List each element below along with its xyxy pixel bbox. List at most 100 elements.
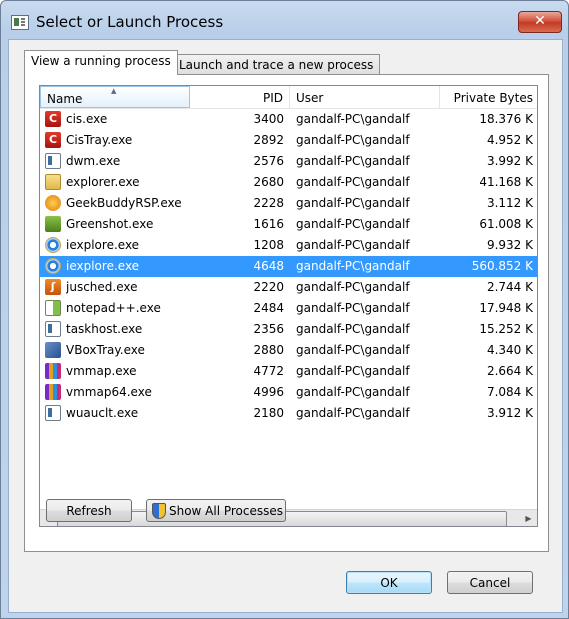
process-user: gandalf-PC\gandalf [296, 196, 410, 210]
internet-explorer-icon [45, 237, 61, 253]
red-c-icon: C [45, 111, 61, 127]
tab-launch-new-process[interactable]: Launch and trace a new process [172, 54, 381, 76]
table-row[interactable]: wuauclt.exe 2180 gandalf-PC\gandalf 3.912 K [40, 403, 537, 424]
process-name: dwm.exe [66, 154, 121, 168]
process-pid: 2180 [253, 406, 284, 420]
process-private-bytes: 560.852 K [471, 259, 533, 273]
column-header-name[interactable]: ▲ Name [40, 86, 190, 108]
window-title: Select or Launch Process [36, 13, 224, 31]
app-icon [11, 15, 29, 30]
sort-ascending-icon: ▲ [111, 87, 117, 95]
process-user: gandalf-PC\gandalf [296, 133, 410, 147]
close-button[interactable]: ✕ [518, 11, 562, 33]
dialog-window: Select or Launch Process ✕ View a runnin… [0, 0, 569, 619]
red-c-icon: C [45, 132, 61, 148]
process-pid: 4648 [253, 259, 284, 273]
column-header-name-label: Name [47, 92, 83, 106]
process-private-bytes: 4.952 K [486, 133, 533, 147]
process-pid: 2680 [253, 175, 284, 189]
java-icon: ʃ [45, 279, 61, 295]
title-bar[interactable]: Select or Launch Process ✕ [1, 1, 568, 41]
process-user: gandalf-PC\gandalf [296, 364, 410, 378]
process-private-bytes: 3.112 K [486, 196, 533, 210]
process-user: gandalf-PC\gandalf [296, 175, 410, 189]
process-user: gandalf-PC\gandalf [296, 301, 410, 315]
process-pid: 2484 [253, 301, 284, 315]
process-pid: 4772 [253, 364, 284, 378]
process-pid: 2220 [253, 280, 284, 294]
process-private-bytes: 3.912 K [486, 406, 533, 420]
table-row[interactable]: GeekBuddyRSP.exe 2228 gandalf-PC\gandalf 3.… [40, 193, 537, 214]
show-all-processes-label: Show All Processes [168, 504, 284, 518]
table-row[interactable]: notepad++.exe 2484 gandalf-PC\gandalf 17.94… [40, 298, 537, 319]
process-name: CisTray.exe [66, 133, 133, 147]
process-pid: 2356 [253, 322, 284, 336]
process-private-bytes: 15.252 K [479, 322, 533, 336]
process-name: taskhost.exe [66, 322, 143, 336]
process-pid: 3400 [253, 112, 284, 126]
process-pid: 2228 [253, 196, 284, 210]
process-pid: 2576 [253, 154, 284, 168]
vmmap-icon [45, 384, 61, 400]
table-row[interactable]: iexplore.exe 1208 gandalf-PC\gandalf 9.932 … [40, 235, 537, 256]
table-row[interactable]: ʃ jusched.exe 2220 gandalf-PC\gandalf 2.744 … [40, 277, 537, 298]
table-row[interactable]: C CisTray.exe 2892 gandalf-PC\gandalf 4.952 … [40, 130, 537, 151]
process-user: gandalf-PC\gandalf [296, 112, 410, 126]
cancel-button[interactable]: Cancel [447, 571, 533, 594]
table-row[interactable]: explorer.exe 2680 gandalf-PC\gandalf 41.168… [40, 172, 537, 193]
process-user: gandalf-PC\gandalf [296, 217, 410, 231]
table-row[interactable]: Greenshot.exe 1616 gandalf-PC\gandalf 61.00… [40, 214, 537, 235]
process-private-bytes: 41.168 K [479, 175, 533, 189]
internet-explorer-icon [45, 258, 61, 274]
table-row[interactable]: dwm.exe 2576 gandalf-PC\gandalf 3.992 K [40, 151, 537, 172]
folder-icon [45, 174, 61, 190]
process-private-bytes: 2.664 K [486, 364, 533, 378]
process-name: cis.exe [66, 112, 108, 126]
process-name: iexplore.exe [66, 259, 140, 273]
process-pid: 1616 [253, 217, 284, 231]
process-name: jusched.exe [66, 280, 138, 294]
tab-panel: ▲ Name PID User Private Bytes Ccis.exe 34… [24, 74, 549, 552]
table-row[interactable]: taskhost.exe 2356 gandalf-PC\gandalf 15.252… [40, 319, 537, 340]
process-pid: 1208 [253, 238, 284, 252]
process-user: gandalf-PC\gandalf [296, 238, 410, 252]
table-row[interactable]: vmmap.exe 4772 gandalf-PC\gandalf 2.664 K [40, 361, 537, 382]
column-header-private-bytes[interactable]: Private Bytes [440, 86, 537, 108]
process-user: gandalf-PC\gandalf [296, 154, 410, 168]
process-name: iexplore.exe [66, 238, 140, 252]
table-row[interactable]: Ccis.exe 3400 gandalf-PC\gandalf 18.376 K [40, 109, 537, 130]
column-header-pid[interactable]: PID [190, 86, 290, 108]
uac-shield-icon [152, 503, 166, 519]
process-name: vmmap64.exe [66, 385, 152, 399]
process-private-bytes: 4.340 K [486, 343, 533, 357]
window-icon [45, 321, 61, 337]
vmmap-icon [45, 363, 61, 379]
show-all-processes-button[interactable]: Show All Processes [146, 499, 286, 522]
window-icon [45, 153, 61, 169]
process-private-bytes: 9.932 K [486, 238, 533, 252]
process-name: VBoxTray.exe [66, 343, 145, 357]
notepad-plus-plus-icon [45, 300, 61, 316]
table-row[interactable]: vmmap64.exe 4996 gandalf-PC\gandalf 7.084 K [40, 382, 537, 403]
geekbuddy-icon [45, 195, 61, 211]
process-name: GeekBuddyRSP.exe [66, 196, 182, 210]
ok-button[interactable]: OK [346, 571, 432, 594]
column-header-user[interactable]: User [290, 86, 440, 108]
process-private-bytes: 61.008 K [479, 217, 533, 231]
process-private-bytes: 3.992 K [486, 154, 533, 168]
process-private-bytes: 2.744 K [486, 280, 533, 294]
process-user: gandalf-PC\gandalf [296, 406, 410, 420]
process-name: vmmap.exe [66, 364, 137, 378]
virtualbox-icon [45, 342, 61, 358]
process-pid: 4996 [253, 385, 284, 399]
tab-view-running-process[interactable]: View a running process [24, 50, 178, 75]
process-list[interactable]: ▲ Name PID User Private Bytes Ccis.exe 34… [39, 85, 538, 527]
process-name: Greenshot.exe [66, 217, 154, 231]
process-private-bytes: 17.948 K [479, 301, 533, 315]
table-row[interactable]: iexplore.exe 4648 gandalf-PC\gandalf 560.85… [40, 256, 537, 277]
table-row[interactable]: VBoxTray.exe 2880 gandalf-PC\gandalf 4.340 … [40, 340, 537, 361]
process-user: gandalf-PC\gandalf [296, 259, 410, 273]
scroll-right-icon[interactable]: ▶ [520, 510, 537, 526]
refresh-button[interactable]: Refresh [46, 499, 132, 522]
process-user: gandalf-PC\gandalf [296, 280, 410, 294]
